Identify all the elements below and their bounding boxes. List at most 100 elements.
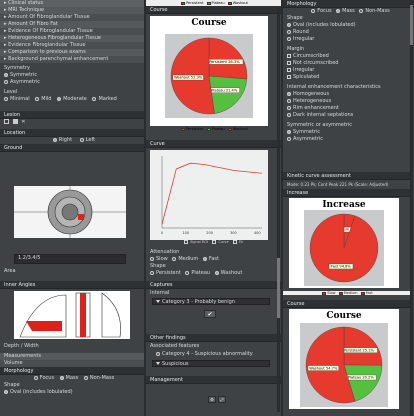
- left-report-column: ▸ Clinical status ▸ MRI Technique ▸ Amount…: [0, 0, 144, 416]
- course-header[interactable]: Course: [283, 300, 410, 308]
- shape-option[interactable]: Irregular: [283, 36, 414, 43]
- margin-option[interactable]: Not circumscribed: [283, 60, 414, 67]
- side-options[interactable]: Right Left: [0, 137, 144, 144]
- radio-icon: [150, 256, 154, 261]
- radio-icon: [287, 36, 291, 41]
- internal-options: Homogeneous Heterogeneous Rim enhancement D…: [283, 91, 414, 119]
- curve-series-line: [161, 162, 263, 225]
- shape-option[interactable]: Round: [283, 29, 414, 36]
- radio-icon: [150, 270, 154, 275]
- management-header[interactable]: Management: [146, 376, 281, 384]
- symmetry-option[interactable]: Symmetric: [283, 129, 414, 136]
- captures-sub-label: Internal: [150, 290, 170, 296]
- level-options[interactable]: Minimal Mild Moderate Marked: [0, 96, 144, 103]
- section-item[interactable]: ▸ Heterogeneous Fibroglandular Tissue: [0, 35, 144, 42]
- other-category-option[interactable]: Category 4 - Suspicious abnormality: [152, 351, 253, 358]
- list-icon[interactable]: [4, 119, 9, 124]
- increase-header[interactable]: Increase: [283, 189, 410, 197]
- radio-icon: [4, 72, 8, 77]
- radio-icon: [52, 137, 57, 142]
- margin-label: Margin: [287, 46, 305, 52]
- section-item[interactable]: ▸ Evidence Of Fibroglandular Tissue: [0, 28, 144, 35]
- location-header[interactable]: Location: [0, 129, 144, 137]
- course-pie-title: Course: [191, 18, 227, 28]
- curve-tick-label: 400: [254, 231, 261, 235]
- morphology-header[interactable]: Morphology: [283, 0, 414, 8]
- symmetry-option[interactable]: Symmetric: [0, 72, 144, 79]
- radio-icon: [287, 91, 291, 96]
- margin-option[interactable]: Circumscribed: [283, 53, 414, 60]
- shape-options[interactable]: Persistent Plateau Washout: [146, 270, 281, 277]
- scrollbar[interactable]: [277, 8, 280, 412]
- pie-slice-label: Fast 94.8%: [331, 265, 351, 269]
- close-icon[interactable]: ✕: [21, 119, 25, 125]
- measurements-item[interactable]: Measurements: [0, 353, 144, 360]
- attenuation-options[interactable]: Slow Medium Fast: [146, 256, 281, 263]
- check-icon[interactable]: [212, 240, 217, 244]
- section-item[interactable]: ▸ MRI Technique: [0, 7, 144, 14]
- radio-icon: [214, 270, 219, 275]
- radio-icon: [4, 96, 8, 101]
- save-icon[interactable]: [12, 119, 18, 124]
- check-icon[interactable]: [232, 240, 237, 244]
- internal-option[interactable]: Rim enhancement: [283, 105, 414, 112]
- shape-options: Oval (includes lobulated) Round Irregular: [283, 22, 414, 43]
- course-pie-title: Course: [326, 311, 362, 321]
- legend-swatch: [206, 1, 211, 5]
- morphology-header[interactable]: Morphology: [0, 367, 144, 375]
- radio-icon: [202, 256, 207, 261]
- section-item[interactable]: ▸ Amount Of Fibroglandular Tissue: [0, 14, 144, 21]
- section-item[interactable]: ▸ Amount Of Fibro Fat: [0, 21, 144, 28]
- checkbox-icon: [287, 74, 291, 79]
- increase-pie-chart: Medium 5.2%Fast 94.8%: [304, 210, 384, 286]
- margin-option[interactable]: Spiculated: [283, 74, 414, 81]
- right-report-column: Morphology Focus Mass Non-Mass Shape Ova…: [283, 0, 414, 416]
- scrollbar[interactable]: [410, 0, 413, 416]
- check-icon[interactable]: [184, 240, 189, 244]
- scrollbar-thumb[interactable]: [410, 5, 413, 45]
- pie-slice-label: Plateau 20.2%: [348, 376, 375, 380]
- curve-tick-label: 200: [206, 231, 213, 235]
- course-pie-panel: Course Persistent 26.3% Plateau 21.4% Wash…: [150, 16, 268, 126]
- radio-icon: [287, 22, 291, 27]
- other-findings-header[interactable]: Other findings: [146, 334, 281, 342]
- chevron-down-icon: [156, 300, 160, 303]
- kinetic-header[interactable]: Kinetic curve assessment: [283, 172, 410, 180]
- curve-header[interactable]: Curve: [146, 140, 281, 148]
- lesion-header[interactable]: Lesion: [0, 111, 144, 119]
- margin-option[interactable]: Irregular: [283, 67, 414, 74]
- coordinates-field[interactable]: 1.2/3.4/5: [14, 254, 126, 264]
- section-item[interactable]: ▸ Comparison to previous exams: [0, 49, 144, 56]
- section-item[interactable]: ▸ Evidence Fibroglandular Tissue: [0, 42, 144, 49]
- breast-location-diagram[interactable]: [14, 186, 126, 238]
- morph-options[interactable]: Focus Mass Non-Mass: [0, 375, 144, 382]
- internal-option[interactable]: Heterogeneous: [283, 98, 414, 105]
- expand-icon[interactable]: ⤢: [218, 396, 226, 403]
- captures-header[interactable]: Captures: [146, 281, 281, 289]
- confirm-button[interactable]: ✔: [204, 310, 216, 318]
- course-header[interactable]: Course: [146, 6, 281, 14]
- volume-item[interactable]: Volume: [0, 360, 144, 367]
- curve-legend: Signal ROI Curve Fit: [146, 240, 281, 244]
- curve-tick-label: 300: [230, 231, 237, 235]
- section-item[interactable]: ▸ Clinical status: [0, 0, 144, 7]
- morph-options[interactable]: Focus Mass Non-Mass: [283, 8, 414, 15]
- inner-angles-header[interactable]: Inner Angles: [0, 281, 144, 289]
- shape-option[interactable]: Oval (includes lobulated): [283, 22, 414, 29]
- captures-select[interactable]: Category 3 - Probably benign: [152, 298, 270, 305]
- internal-option[interactable]: Dark internal septations: [283, 112, 414, 119]
- settings-icon[interactable]: ⚙: [208, 396, 216, 403]
- checkbox-icon: [287, 53, 291, 58]
- radio-icon: [57, 96, 62, 101]
- shape-option[interactable]: Oval (includes lobulated): [0, 389, 144, 396]
- section-item[interactable]: ▸ Background parenchymal enhancement: [0, 56, 144, 63]
- ground-header[interactable]: Ground: [0, 144, 144, 152]
- radio-icon: [79, 137, 84, 142]
- internal-option[interactable]: Homogeneous: [283, 91, 414, 98]
- scrollbar-thumb[interactable]: [277, 258, 280, 318]
- symmetry-option[interactable]: Asymmetric: [283, 136, 414, 143]
- symmetry-option[interactable]: Asymmetric: [0, 79, 144, 86]
- other-findings-select[interactable]: Suspicious: [152, 360, 270, 367]
- location-target-diagram: [14, 186, 126, 238]
- area-label: Area: [4, 268, 16, 274]
